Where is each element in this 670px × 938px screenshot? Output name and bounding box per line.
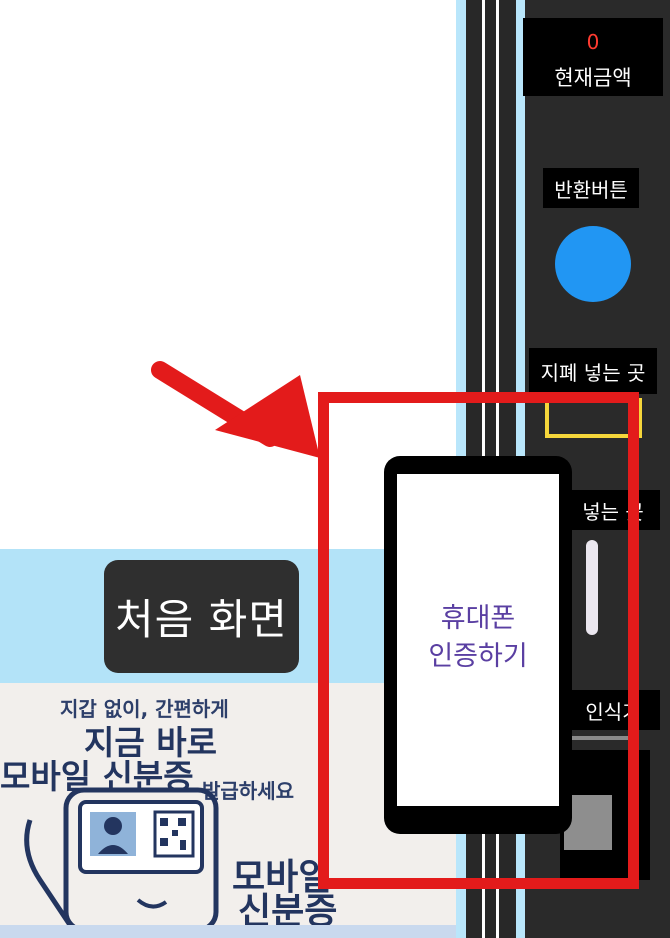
pointer-arrow-icon — [151, 361, 320, 458]
